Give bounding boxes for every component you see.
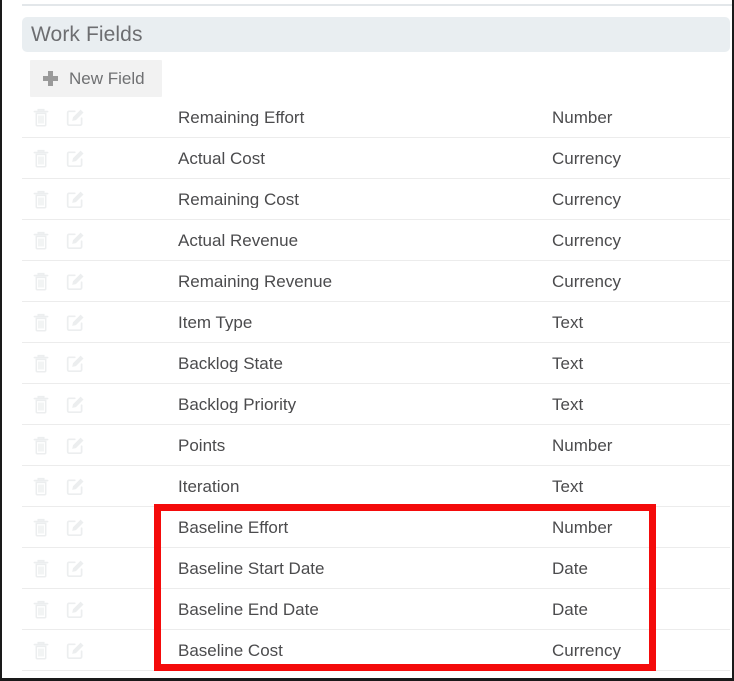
table-row[interactable]: Remaining Cost Currency	[22, 179, 730, 220]
field-name-cell: Remaining Effort	[178, 108, 305, 126]
field-name-cell: Baseline End Date	[178, 600, 319, 618]
edit-pencil-icon[interactable]	[62, 104, 88, 130]
table-row[interactable]: Baseline Effort Number	[22, 507, 730, 548]
table-row[interactable]: Points Number	[22, 425, 730, 466]
edit-pencil-icon[interactable]	[62, 309, 88, 335]
trash-icon[interactable]	[28, 555, 54, 581]
row-actions	[22, 227, 178, 253]
edit-pencil-icon[interactable]	[62, 391, 88, 417]
edit-pencil-icon[interactable]	[62, 596, 88, 622]
field-type-cell: Date	[552, 599, 588, 619]
row-actions	[22, 637, 178, 663]
field-name-cell: Actual Cost	[178, 149, 265, 167]
field-name-cell: Backlog Priority	[178, 395, 297, 413]
table-row[interactable]: Backlog State Text	[22, 343, 730, 384]
field-type-cell: Currency	[552, 640, 621, 660]
row-actions	[22, 350, 178, 376]
field-type-cell: Text	[552, 312, 584, 332]
table-row[interactable]: Backlog Priority Text	[22, 384, 730, 425]
edit-pencil-icon[interactable]	[62, 268, 88, 294]
row-actions	[22, 145, 178, 171]
field-type-cell: Number	[552, 435, 613, 455]
field-type-cell: Currency	[552, 271, 621, 291]
trash-icon[interactable]	[28, 637, 54, 663]
trash-icon[interactable]	[28, 432, 54, 458]
plus-icon	[43, 71, 58, 86]
field-name-cell: Item Type	[178, 313, 253, 331]
trash-icon[interactable]	[28, 596, 54, 622]
edit-pencil-icon[interactable]	[62, 473, 88, 499]
section-header: Work Fields	[22, 17, 730, 52]
trash-icon[interactable]	[28, 391, 54, 417]
table-row[interactable]: Remaining Revenue Currency	[22, 261, 730, 302]
field-type-cell: Number	[552, 517, 613, 537]
table-row[interactable]: Iteration Text	[22, 466, 730, 507]
row-actions	[22, 186, 178, 212]
edit-pencil-icon[interactable]	[62, 637, 88, 663]
trash-icon[interactable]	[28, 473, 54, 499]
field-name-cell: Baseline Effort	[178, 518, 289, 536]
table-row[interactable]: Actual Cost Currency	[22, 138, 730, 179]
edit-pencil-icon[interactable]	[62, 186, 88, 212]
row-actions	[22, 104, 178, 130]
field-type-cell: Text	[552, 394, 584, 414]
edit-pencil-icon[interactable]	[62, 432, 88, 458]
work-fields-table: Remaining Effort Number Actual Cost Currenc…	[22, 97, 730, 671]
table-row[interactable]: Baseline Start Date Date	[22, 548, 730, 589]
field-name-cell: Remaining Revenue	[178, 272, 333, 290]
table-row[interactable]: Baseline End Date Date	[22, 589, 730, 630]
row-actions	[22, 268, 178, 294]
new-field-button[interactable]: New Field	[30, 60, 162, 97]
edit-pencil-icon[interactable]	[62, 350, 88, 376]
field-type-cell: Currency	[552, 148, 621, 168]
trash-icon[interactable]	[28, 227, 54, 253]
trash-icon[interactable]	[28, 268, 54, 294]
field-name-cell: Iteration	[178, 477, 240, 495]
trash-icon[interactable]	[28, 145, 54, 171]
row-actions	[22, 473, 178, 499]
edit-pencil-icon[interactable]	[62, 555, 88, 581]
toolbar: New Field	[30, 60, 162, 97]
table-row[interactable]: Actual Revenue Currency	[22, 220, 730, 261]
top-divider	[22, 4, 732, 6]
table-row[interactable]: Item Type Text	[22, 302, 730, 343]
field-type-cell: Text	[552, 353, 584, 373]
row-actions	[22, 432, 178, 458]
trash-icon[interactable]	[28, 350, 54, 376]
row-actions	[22, 555, 178, 581]
field-type-cell: Date	[552, 558, 588, 578]
field-name-cell: Actual Revenue	[178, 231, 299, 249]
edit-pencil-icon[interactable]	[62, 145, 88, 171]
field-name-cell: Backlog State	[178, 354, 283, 372]
field-type-cell: Number	[552, 107, 613, 127]
trash-icon[interactable]	[28, 514, 54, 540]
row-actions	[22, 309, 178, 335]
new-field-button-label: New Field	[69, 69, 145, 88]
work-fields-panel: Work Fields New Field Remaining Effort Nu…	[0, 0, 734, 681]
field-type-cell: Currency	[552, 189, 621, 209]
field-name-cell: Baseline Cost	[178, 641, 283, 659]
field-type-cell: Text	[552, 476, 584, 496]
table-row[interactable]: Remaining Effort Number	[22, 97, 730, 138]
row-actions	[22, 391, 178, 417]
page-title: Work Fields	[31, 23, 143, 46]
trash-icon[interactable]	[28, 309, 54, 335]
trash-icon[interactable]	[28, 104, 54, 130]
edit-pencil-icon[interactable]	[62, 227, 88, 253]
table-row[interactable]: Baseline Cost Currency	[22, 630, 730, 671]
row-actions	[22, 596, 178, 622]
edit-pencil-icon[interactable]	[62, 514, 88, 540]
field-name-cell: Remaining Cost	[178, 190, 299, 208]
field-name-cell: Baseline Start Date	[178, 559, 325, 577]
trash-icon[interactable]	[28, 186, 54, 212]
row-actions	[22, 514, 178, 540]
field-name-cell: Points	[178, 436, 226, 454]
field-type-cell: Currency	[552, 230, 621, 250]
